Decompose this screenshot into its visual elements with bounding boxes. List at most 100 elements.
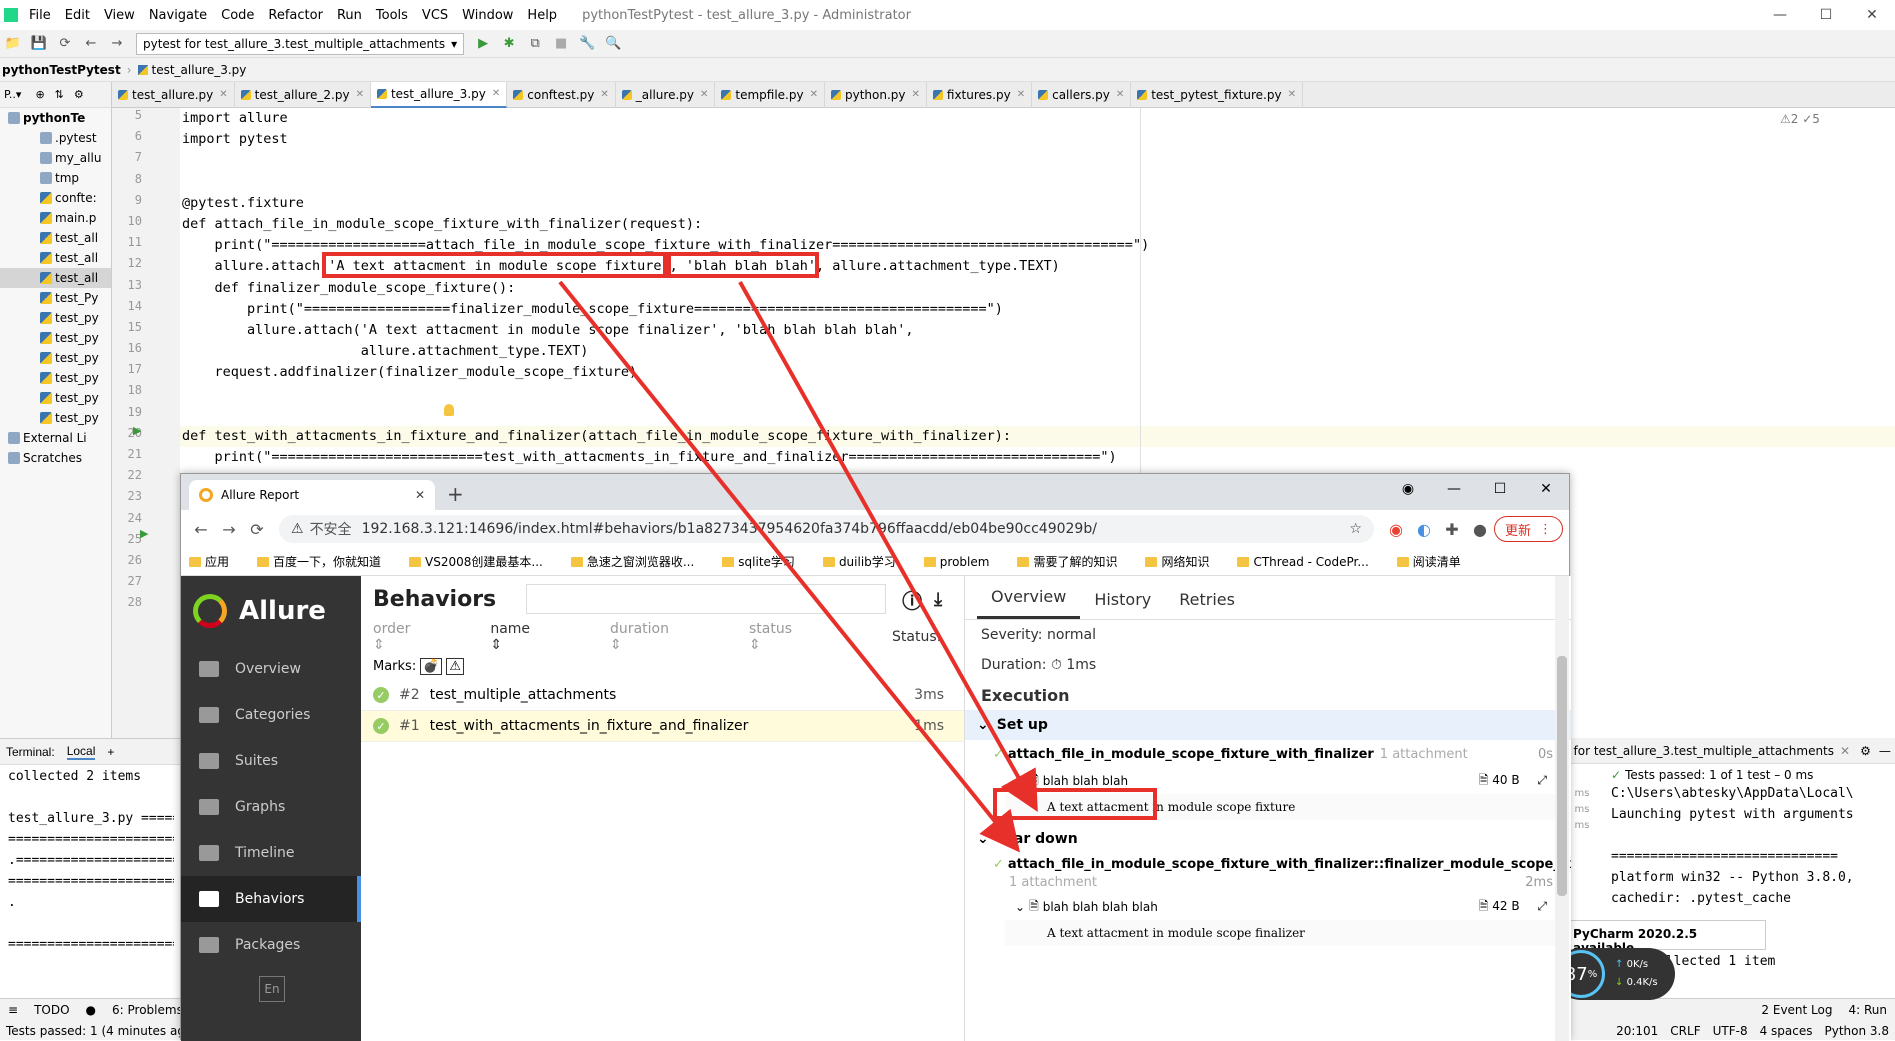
terminal-tab-local[interactable]: Local: [66, 744, 96, 760]
close-icon[interactable]: ✕: [415, 488, 425, 502]
teardown-step[interactable]: ✓ attach_file_in_module_scope_fixture_wi…: [965, 854, 1571, 874]
update-notification[interactable]: PyCharm 2020.2.5 available: [1566, 920, 1766, 955]
bookmark-item[interactable]: 网络知识: [1145, 553, 1223, 570]
run-config-select[interactable]: pytest for test_allure_3.test_multiple_a…: [136, 32, 465, 55]
editor-tab[interactable]: test_allure_3.py ✕: [370, 81, 508, 108]
update-button[interactable]: 更新 ⋮: [1493, 516, 1563, 542]
browser-tab[interactable]: Allure Report ✕: [189, 480, 435, 510]
minimize-icon[interactable]: —: [1757, 0, 1803, 30]
menu-edit[interactable]: Edit: [65, 8, 90, 23]
minimize-icon[interactable]: —: [1879, 744, 1891, 758]
bookmark-item[interactable]: VS2008创建最基本...: [409, 553, 557, 570]
menu-code[interactable]: Code: [221, 8, 254, 23]
debug-icon[interactable]: ✱: [498, 33, 520, 55]
tree-item[interactable]: test_all: [0, 248, 111, 268]
run-tab-title[interactable]: t for test_allure_3.test_multiple_attach…: [1565, 744, 1834, 758]
menu-tools[interactable]: Tools: [376, 8, 408, 23]
maximize-icon[interactable]: ☐: [1803, 0, 1849, 30]
editor-tab[interactable]: test_pytest_fixture.py ✕: [1131, 81, 1303, 108]
close-icon[interactable]: ✕: [1849, 0, 1895, 30]
detail-tab-history[interactable]: History: [1080, 590, 1165, 619]
bookmark-item[interactable]: sqlite学习: [722, 553, 809, 570]
todo-button[interactable]: TODO: [34, 1003, 69, 1017]
attachment-row[interactable]: ⌄ 🗎 blah blah blah blah 🗎 42 B ⤢: [965, 894, 1571, 920]
back-icon[interactable]: ←: [187, 520, 215, 539]
locate-icon[interactable]: ⊕: [35, 88, 44, 101]
sort-duration[interactable]: duration ⇕: [610, 621, 709, 653]
close-icon[interactable]: ✕: [600, 89, 608, 100]
menu-run[interactable]: Run: [337, 8, 362, 23]
profile-dropdown-icon[interactable]: ◉: [1385, 474, 1431, 504]
coverage-icon[interactable]: ⧉: [524, 33, 546, 55]
bookmark-item[interactable]: 急速之窗浏览器收...: [570, 553, 708, 570]
chrome-extension-icon[interactable]: ◉: [1382, 520, 1410, 539]
editor-tab[interactable]: test_allure_2.py ✕: [235, 81, 371, 108]
editor-tab[interactable]: test_allure.py ✕: [112, 81, 235, 108]
bookmark-item[interactable]: 百度一下，你就知道: [257, 553, 395, 570]
close-icon[interactable]: ✕: [1840, 744, 1850, 758]
detail-scrollbar[interactable]: [1555, 576, 1569, 1041]
problems-button[interactable]: 6: Problems: [112, 1003, 183, 1017]
file-encoding[interactable]: UTF-8: [1713, 1024, 1748, 1038]
inspection-widget[interactable]: ⚠2 ✓5: [1780, 112, 1820, 126]
menu-view[interactable]: View: [104, 8, 135, 23]
indent-setting[interactable]: 4 spaces: [1760, 1024, 1813, 1038]
breadcrumb-file[interactable]: test_allure_3.py: [152, 63, 247, 77]
tree-item[interactable]: confte:: [0, 188, 111, 208]
test-row[interactable]: ✓ #1 test_with_attacments_in_fixture_and_f…: [361, 711, 964, 742]
menu-file[interactable]: File: [29, 8, 51, 23]
open-folder-icon[interactable]: 📁: [2, 33, 24, 55]
settings-icon[interactable]: ⚙: [74, 88, 84, 101]
language-button[interactable]: En: [259, 976, 285, 1002]
close-icon[interactable]: ✕: [1116, 89, 1124, 100]
new-tab-icon[interactable]: +: [447, 482, 464, 506]
back-icon[interactable]: ←: [80, 33, 102, 55]
forward-icon[interactable]: →: [106, 33, 128, 55]
nav-overview[interactable]: Overview: [181, 646, 361, 692]
event-log-button[interactable]: 2 Event Log: [1761, 1003, 1832, 1017]
tree-item[interactable]: test_all: [0, 228, 111, 248]
project-view-select[interactable]: P..▾: [4, 88, 21, 101]
editor-tab[interactable]: python.py ✕: [825, 81, 927, 108]
extension-icon[interactable]: ◐: [1410, 520, 1438, 539]
close-icon[interactable]: ✕: [219, 89, 227, 100]
wrench-icon[interactable]: 🔧: [576, 33, 598, 55]
nav-suites[interactable]: Suites: [181, 738, 361, 784]
maximize-icon[interactable]: ☐: [1477, 474, 1523, 504]
menu-navigate[interactable]: Navigate: [149, 8, 207, 23]
editor-tab[interactable]: conftest.py ✕: [507, 81, 616, 108]
close-icon[interactable]: ✕: [810, 89, 818, 100]
tree-item[interactable]: tmp: [0, 168, 111, 188]
tree-item[interactable]: Scratches: [0, 448, 111, 468]
warning-mark-icon[interactable]: ⚠: [446, 657, 465, 675]
gear-icon[interactable]: ⚙: [1860, 744, 1871, 758]
expand-icon[interactable]: ⤢: [1537, 899, 1547, 913]
close-icon[interactable]: ✕: [356, 89, 364, 100]
setup-step[interactable]: ✓ attach_file_in_module_scope_fixture_wi…: [965, 740, 1571, 768]
close-icon[interactable]: ✕: [700, 89, 708, 100]
sort-order[interactable]: order ⇕: [373, 621, 450, 653]
interpreter[interactable]: Python 3.8: [1825, 1024, 1890, 1038]
tree-item[interactable]: test_Py: [0, 288, 111, 308]
bookmark-item[interactable]: 应用: [189, 553, 243, 570]
lightbulb-icon[interactable]: [444, 404, 454, 416]
nav-packages[interactable]: Packages: [181, 922, 361, 968]
sort-status[interactable]: status ⇕: [749, 621, 832, 653]
forward-icon[interactable]: →: [215, 520, 243, 539]
editor-tab[interactable]: fixtures.py ✕: [927, 81, 1033, 108]
menu-refactor[interactable]: Refactor: [268, 8, 323, 23]
nav-graphs[interactable]: Graphs: [181, 784, 361, 830]
flaky-mark-icon[interactable]: 💣: [420, 657, 443, 675]
detail-tab-retries[interactable]: Retries: [1165, 590, 1249, 619]
close-icon[interactable]: ✕: [912, 89, 920, 100]
search-input[interactable]: [526, 584, 887, 614]
setup-section[interactable]: ⌄ Set up: [965, 710, 1571, 740]
star-icon[interactable]: ☆: [1349, 521, 1362, 537]
caret-position[interactable]: 20:101: [1616, 1024, 1658, 1038]
tree-item[interactable]: test_py: [0, 348, 111, 368]
tree-item[interactable]: my_allu: [0, 148, 111, 168]
minimize-icon[interactable]: —: [1431, 474, 1477, 504]
close-icon[interactable]: ✕: [1288, 89, 1296, 100]
bookmark-item[interactable]: duilib学习: [822, 553, 910, 570]
editor-tab[interactable]: _allure.py ✕: [616, 81, 716, 108]
